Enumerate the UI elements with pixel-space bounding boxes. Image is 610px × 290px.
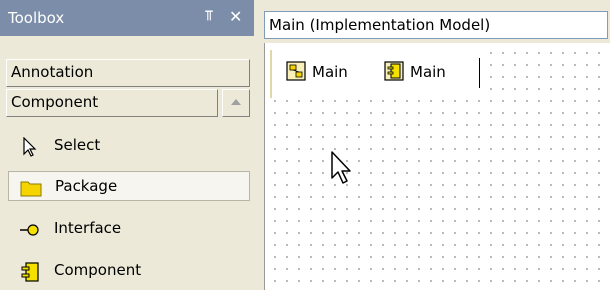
diagram-tab-strip: Main Main: [270, 50, 480, 98]
tool-label: Component: [54, 261, 142, 279]
category-annotation[interactable]: Annotation: [6, 59, 250, 87]
tool-label: Interface: [54, 219, 122, 237]
category-component[interactable]: Component: [6, 89, 218, 117]
tab-main-component[interactable]: Main: [384, 58, 480, 88]
toolbox-title: Toolbox: [8, 9, 65, 27]
pin-icon[interactable]: ⫪: [205, 8, 213, 24]
tab-label: Main: [312, 63, 348, 81]
mouse-cursor-icon: [331, 151, 351, 184]
close-icon[interactable]: ✕: [229, 7, 242, 26]
tool-label: Package: [55, 177, 118, 195]
category-label: Annotation: [11, 63, 94, 81]
tab-label: Main: [410, 63, 446, 81]
folder-icon: [20, 181, 42, 197]
diagram-icon: [286, 61, 306, 81]
tool-component[interactable]: Component: [8, 256, 250, 286]
tool-select[interactable]: Select: [8, 131, 250, 161]
category-label: Component: [11, 93, 99, 111]
tool-package[interactable]: Package: [8, 171, 250, 201]
tool-interface[interactable]: Interface: [8, 214, 250, 244]
scroll-up-button[interactable]: [222, 89, 250, 117]
lollipop-interface-icon: [20, 224, 39, 236]
editor-title-text: Main (Implementation Model): [269, 16, 491, 34]
toolbox-header: Toolbox ⫪ ✕: [0, 0, 254, 36]
component-diagram-icon: [384, 61, 404, 81]
component-icon: [21, 262, 39, 282]
tool-label: Select: [54, 136, 101, 154]
tab-main-diagram[interactable]: Main: [286, 60, 366, 86]
toolbox-panel: Toolbox ⫪ ✕ Annotation Component Select …: [0, 0, 260, 290]
arrow-pointer-icon: [23, 137, 37, 157]
editor-title-field[interactable]: Main (Implementation Model): [264, 11, 608, 39]
